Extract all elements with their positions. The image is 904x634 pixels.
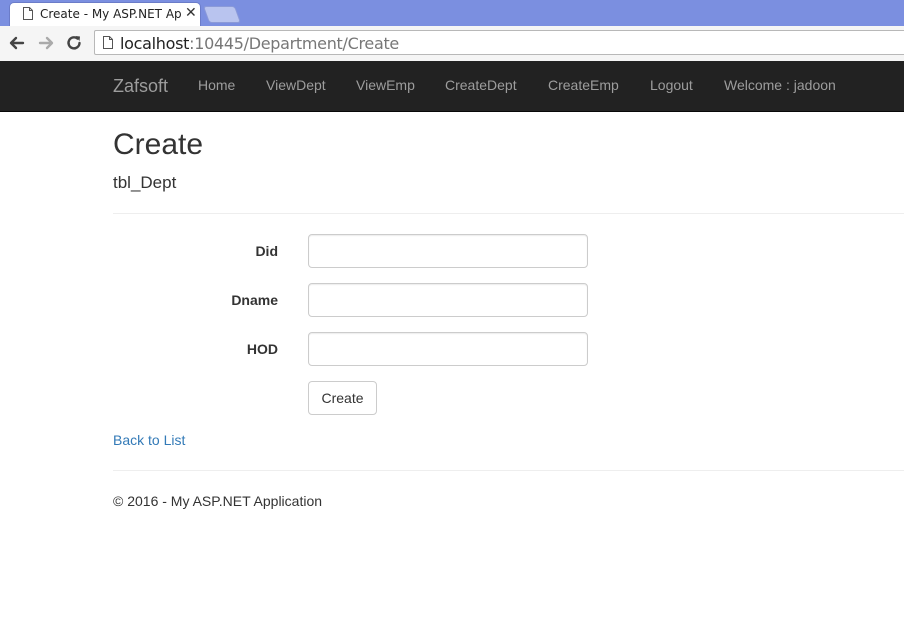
nav-createdept[interactable]: CreateDept [445,77,517,93]
url-text: localhost:10445/Department/Create [120,34,399,53]
address-bar[interactable]: localhost:10445/Department/Create [94,30,904,55]
page-icon [103,36,113,49]
divider [113,213,904,214]
nav-createemp[interactable]: CreateEmp [548,77,619,93]
browser-toolbar: localhost:10445/Department/Create [0,26,904,62]
site-navbar: Zafsoft Home ViewDept ViewEmp CreateDept… [0,61,904,112]
did-label: Did [255,243,278,259]
nav-welcome[interactable]: Welcome : jadoon [724,77,836,93]
tab-title: Create - My ASP.NET App [40,7,182,21]
footer-divider [113,470,904,471]
hod-label: HOD [246,341,278,357]
hod-input[interactable] [308,332,588,366]
footer-text: © 2016 - My ASP.NET Application [113,493,323,509]
nav-logout[interactable]: Logout [650,77,693,93]
brand-link[interactable]: Zafsoft [113,76,168,97]
new-tab-button[interactable] [202,6,242,23]
url-path: :10445/Department/Create [189,34,399,53]
dname-input[interactable] [308,283,588,317]
page-title: Create [113,128,204,161]
back-to-list-link[interactable]: Back to List [113,432,185,448]
url-host: localhost [120,34,190,53]
browser-tabstrip: Create - My ASP.NET App ✕ [0,0,904,26]
page-icon [23,7,33,20]
browser-tab[interactable]: Create - My ASP.NET App ✕ [9,2,201,26]
close-icon[interactable]: ✕ [185,5,197,21]
nav-home[interactable]: Home [198,77,235,93]
create-button[interactable]: Create [308,381,377,415]
nav-viewdept[interactable]: ViewDept [266,77,326,93]
reload-icon[interactable] [64,33,84,53]
forward-arrow-icon[interactable] [36,33,56,53]
page-subtitle: tbl_Dept [113,173,177,192]
back-arrow-icon[interactable] [7,33,27,53]
nav-viewemp[interactable]: ViewEmp [356,77,415,93]
dname-label: Dname [231,292,278,308]
did-input[interactable] [308,234,588,268]
